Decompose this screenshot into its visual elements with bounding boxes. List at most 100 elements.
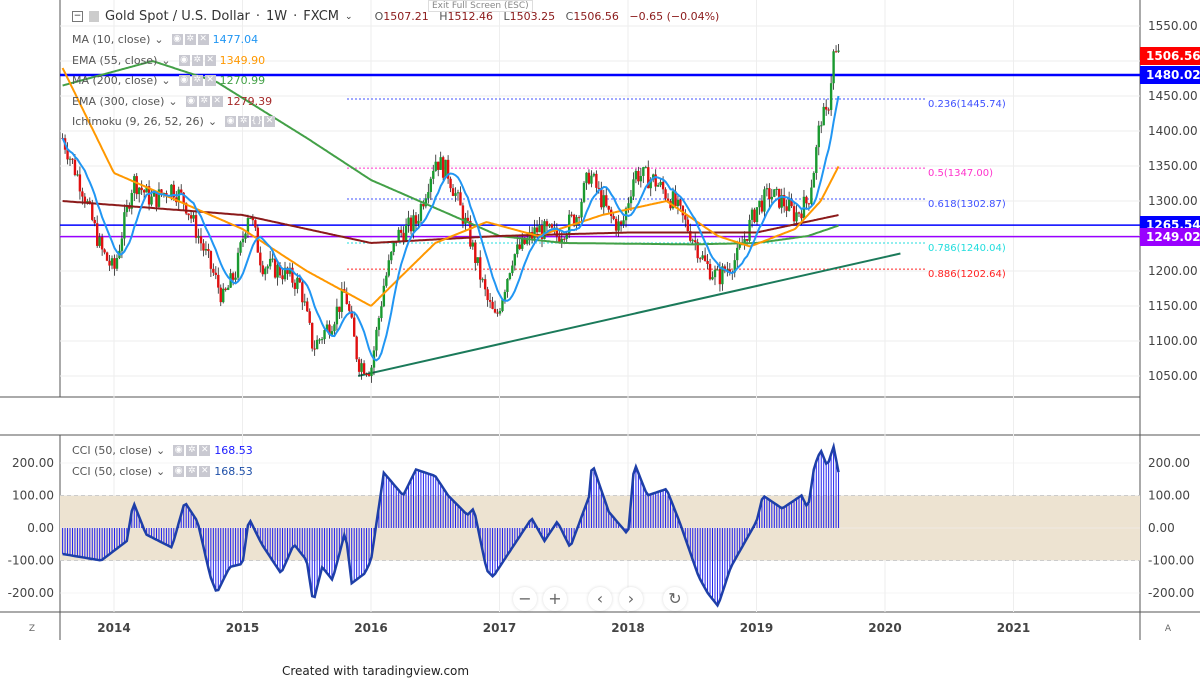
gear-icon[interactable]: ✲ xyxy=(186,445,198,456)
chevron-down-icon[interactable]: ⌄ xyxy=(156,444,165,457)
candle-body xyxy=(582,182,586,202)
indicator-legend[interactable]: EMA (55, close) ⌄ ◉ ✲ ✕ 1349.90 xyxy=(72,54,265,67)
indicator-legend[interactable]: MA (200, close) ⌄ ◉ ✲ ✕ 1270.99 xyxy=(72,74,265,87)
eye-icon[interactable]: ◉ xyxy=(173,445,185,456)
indicator-name[interactable]: EMA (300, close) xyxy=(72,95,164,108)
eye-icon[interactable]: ◉ xyxy=(185,95,197,107)
price-tick-label: 1150.00 xyxy=(1148,299,1198,313)
candle-body xyxy=(244,233,247,239)
scroll-right-button[interactable]: › xyxy=(619,587,643,611)
zoom-in-button[interactable]: + xyxy=(543,587,567,611)
gear-icon[interactable]: ✲ xyxy=(191,54,203,66)
chevron-down-icon[interactable]: ⌄ xyxy=(345,12,353,22)
gear-icon[interactable]: ✲ xyxy=(186,465,198,477)
candle-body xyxy=(315,339,319,350)
time-tick-label: 2014 xyxy=(97,621,130,635)
chevron-down-icon[interactable]: ⌄ xyxy=(208,115,217,128)
close-icon[interactable]: ✕ xyxy=(211,95,223,107)
indicator-name[interactable]: Ichimoku (9, 26, 52, 26) xyxy=(72,115,204,128)
ma10-line xyxy=(61,95,840,362)
close-icon[interactable]: ✕ xyxy=(204,75,216,86)
candle-body xyxy=(775,188,778,190)
time-tick-label: 2017 xyxy=(483,621,516,635)
candle-body xyxy=(642,167,645,176)
gear-icon[interactable]: ✲ xyxy=(184,34,196,45)
candle-body xyxy=(187,213,190,216)
indicator-legend[interactable]: Ichimoku (9, 26, 52, 26) ⌄ ◉ ✲{} ✕ xyxy=(72,115,279,128)
indicator-name[interactable]: CCI (50, close) xyxy=(72,465,152,478)
time-tick-label: 2015 xyxy=(226,621,259,635)
reset-chart-button[interactable]: ↻ xyxy=(663,587,687,611)
candle-body xyxy=(580,201,583,218)
chart-title: − Gold Spot / U.S. Dollar · 1W · FXCM ⌄ O1… xyxy=(72,9,720,24)
cci-legend[interactable]: CCI (50, close) ⌄ ◉ ✲ ✕ 168.53 xyxy=(72,444,253,457)
candle-body xyxy=(204,248,208,251)
candle-body xyxy=(432,170,435,179)
chevron-down-icon[interactable]: ⌄ xyxy=(154,33,163,46)
candle-body xyxy=(466,217,470,221)
price-tag: 1480.02 xyxy=(1140,65,1200,84)
cci-legend[interactable]: CCI (50, close) ⌄ ◉ ✲ ✕ 168.53 xyxy=(72,465,253,478)
chevron-down-icon[interactable]: ⌄ xyxy=(161,54,170,67)
candle-body xyxy=(508,273,512,280)
candle-body xyxy=(634,170,638,180)
candle-body xyxy=(254,220,257,228)
price-tick-label: 1550.00 xyxy=(1148,19,1198,33)
gear-icon[interactable]: ✲ xyxy=(238,116,250,127)
candle-body xyxy=(659,181,662,186)
source-code-icon[interactable]: {} xyxy=(251,116,263,127)
eye-icon[interactable]: ◉ xyxy=(178,75,190,86)
exchange[interactable]: FXCM xyxy=(303,9,339,24)
indicator-value: 1270.99 xyxy=(219,74,266,87)
time-tick-label: 2016 xyxy=(354,621,387,635)
chevron-down-icon[interactable]: ⌄ xyxy=(156,465,165,478)
eye-icon[interactable]: ◉ xyxy=(173,465,185,477)
candle-body xyxy=(180,189,183,193)
candle-body xyxy=(496,312,499,314)
indicator-name[interactable]: MA (10, close) xyxy=(72,33,150,46)
candle-body xyxy=(738,244,741,248)
candle-body xyxy=(234,277,237,280)
zoom-out-button[interactable]: − xyxy=(513,587,537,611)
indicator-name[interactable]: EMA (55, close) xyxy=(72,54,157,67)
close-icon[interactable]: ✕ xyxy=(264,116,276,127)
candle-body xyxy=(748,219,751,241)
eye-icon[interactable]: ◉ xyxy=(178,54,190,66)
candle-body xyxy=(518,244,521,249)
candle-body xyxy=(207,248,210,252)
candle-body xyxy=(224,288,227,290)
indicator-name[interactable]: MA (200, close) xyxy=(72,74,157,87)
candle-body xyxy=(429,178,433,193)
eye-icon[interactable]: ◉ xyxy=(225,116,237,127)
chevron-down-icon[interactable]: ⌄ xyxy=(161,74,170,87)
eye-icon[interactable]: ◉ xyxy=(171,34,183,45)
candle-body xyxy=(703,255,707,261)
symbol-name[interactable]: Gold Spot / U.S. Dollar xyxy=(105,9,250,24)
indicator-legend[interactable]: EMA (300, close) ⌄ ◉ ✲ ✕ 1279.39 xyxy=(72,95,272,108)
candle-body xyxy=(545,221,549,227)
candle-body xyxy=(637,170,640,182)
candle-body xyxy=(511,265,514,274)
candle-body xyxy=(140,187,143,191)
close-icon[interactable]: ✕ xyxy=(199,445,211,456)
scroll-left-button[interactable]: ‹ xyxy=(588,587,612,611)
candle-body xyxy=(241,238,245,243)
candle-body xyxy=(686,219,690,232)
gear-icon[interactable]: ✲ xyxy=(191,75,203,86)
candle-body xyxy=(214,272,218,275)
chevron-down-icon[interactable]: ⌄ xyxy=(168,95,177,108)
candle-body xyxy=(770,196,774,200)
indicator-value: 1279.39 xyxy=(226,94,273,108)
indicator-legend[interactable]: MA (10, close) ⌄ ◉ ✲ ✕ 1477.04 xyxy=(72,33,258,46)
close-icon[interactable]: ✕ xyxy=(204,54,216,66)
interval[interactable]: 1W xyxy=(266,9,287,24)
candle-body xyxy=(694,240,697,243)
candle-body xyxy=(357,359,361,372)
collapse-icon[interactable]: − xyxy=(72,11,83,22)
gear-icon[interactable]: ✲ xyxy=(198,95,210,107)
close-icon[interactable]: ✕ xyxy=(199,465,211,477)
candle-body xyxy=(701,255,704,259)
candle-body xyxy=(664,189,667,199)
close-icon[interactable]: ✕ xyxy=(197,34,209,45)
indicator-name[interactable]: CCI (50, close) xyxy=(72,444,152,457)
